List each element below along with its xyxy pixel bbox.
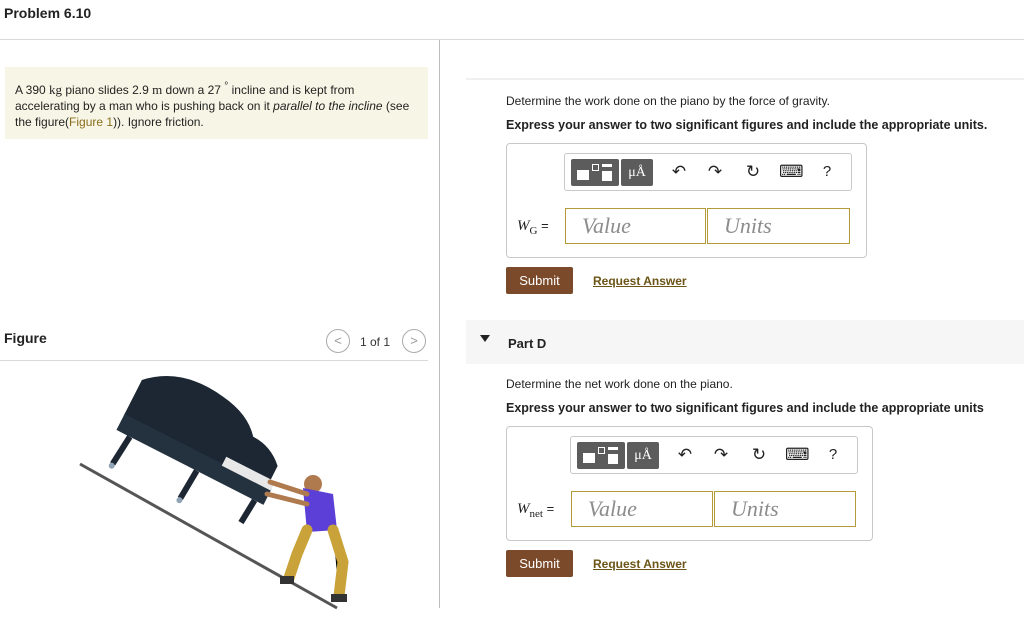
- template-icon[interactable]: [571, 159, 619, 186]
- part-d-variable-label: Wnet =: [517, 501, 555, 520]
- problem-italic-text: parallel to the incline: [273, 99, 383, 113]
- figure-link[interactable]: Figure 1: [69, 115, 113, 129]
- part-d-request-answer-link[interactable]: Request Answer: [593, 557, 687, 571]
- help-icon[interactable]: ?: [823, 445, 843, 465]
- problem-text: piano slides 2.9: [62, 83, 153, 97]
- part-d-answer-box: μÅ ↶ ↷ ↻ ⌨ ? Wnet = Value Units: [506, 426, 873, 541]
- problem-text: down a 27: [162, 83, 225, 97]
- part-d-toolbar: μÅ ↶ ↷ ↻ ⌨ ?: [570, 436, 858, 474]
- part-d-instruction: Express your answer to two significant f…: [506, 401, 984, 415]
- redo-icon[interactable]: ↷: [705, 162, 725, 182]
- figure-label: Figure: [4, 330, 47, 346]
- figure-header: Figure < 1 of 1 >: [0, 325, 428, 361]
- part-d-value-input[interactable]: Value: [571, 491, 713, 527]
- figure-prev-button[interactable]: <: [326, 329, 350, 353]
- units-symbol-button[interactable]: μÅ: [627, 442, 659, 469]
- part-c-units-input[interactable]: Units: [707, 208, 850, 244]
- section-rule: [466, 78, 1024, 80]
- part-c-submit-button[interactable]: Submit: [506, 267, 573, 294]
- keyboard-icon[interactable]: ⌨: [785, 445, 810, 465]
- part-c-answer-box: μÅ ↶ ↷ ↻ ⌨ ? WG = Value Units: [506, 143, 867, 258]
- units-symbol-button[interactable]: μÅ: [621, 159, 653, 186]
- part-c-request-answer-link[interactable]: Request Answer: [593, 274, 687, 288]
- part-c-variable-label: WG =: [517, 218, 549, 237]
- reset-icon[interactable]: ↻: [749, 445, 769, 465]
- piano-incline-illustration: [79, 376, 349, 610]
- problem-text: )). Ignore friction.: [113, 115, 204, 129]
- collapse-caret-icon[interactable]: [480, 335, 490, 342]
- part-d-submit-button[interactable]: Submit: [506, 550, 573, 577]
- problem-title: Problem 6.10: [4, 5, 92, 21]
- part-d-units-input[interactable]: Units: [714, 491, 856, 527]
- problem-text: A 390: [15, 83, 50, 97]
- figure-count: 1 of 1: [360, 335, 391, 349]
- part-c-instruction: Express your answer to two significant f…: [506, 118, 988, 132]
- unit-m: m: [152, 82, 163, 97]
- undo-icon[interactable]: ↶: [675, 445, 695, 465]
- unit-kg: kg: [49, 82, 63, 97]
- column-divider: [439, 40, 440, 608]
- part-c-toolbar: μÅ ↶ ↷ ↻ ⌨ ?: [564, 153, 852, 191]
- help-icon[interactable]: ?: [817, 162, 837, 182]
- part-d-question: Determine the net work done on the piano…: [506, 377, 733, 391]
- keyboard-icon[interactable]: ⌨: [779, 162, 804, 182]
- part-d-header[interactable]: Part D: [466, 320, 1024, 364]
- part-d-label: Part D: [508, 336, 547, 351]
- reset-icon[interactable]: ↻: [743, 162, 763, 182]
- part-c-question: Determine the work done on the piano by …: [506, 94, 830, 108]
- problem-statement: A 390 kg piano slides 2.9 m down a 27 ° …: [5, 67, 428, 139]
- template-icon[interactable]: [577, 442, 625, 469]
- undo-icon[interactable]: ↶: [669, 162, 689, 182]
- problem-header: Problem 6.10: [0, 0, 1024, 40]
- redo-icon[interactable]: ↷: [711, 445, 731, 465]
- figure-next-button[interactable]: >: [402, 329, 426, 353]
- part-c-value-input[interactable]: Value: [565, 208, 706, 244]
